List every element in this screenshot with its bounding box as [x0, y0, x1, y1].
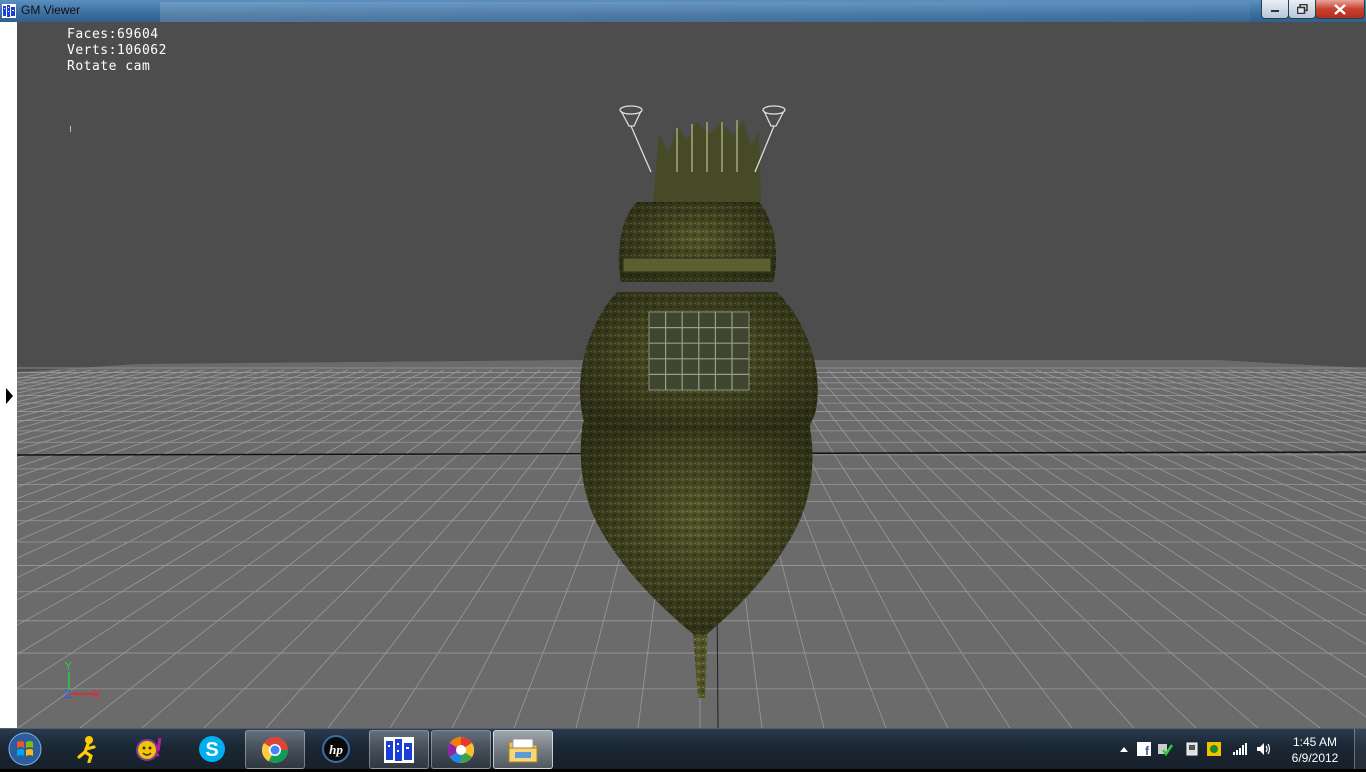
lantern-left	[619, 105, 652, 173]
device-icon[interactable]	[1184, 742, 1200, 756]
aim-icon	[77, 735, 96, 763]
taskbar-aim[interactable]	[59, 730, 117, 767]
file-explorer-icon	[508, 738, 538, 762]
start-button[interactable]	[6, 731, 44, 767]
show-desktop-button[interactable]	[1354, 729, 1366, 769]
window-title-bar[interactable]: GM Viewer	[0, 0, 1366, 22]
expand-panel-arrow-icon[interactable]	[6, 388, 13, 404]
camera-mode: Rotate cam	[67, 59, 151, 74]
taskbar-chrome[interactable]	[245, 730, 305, 769]
taskbar-picasa[interactable]	[431, 730, 491, 769]
restore-icon	[1296, 4, 1308, 14]
show-hidden-icon[interactable]	[1116, 742, 1132, 756]
axis-y-label: Y	[64, 660, 72, 673]
side-panel-collapsed	[0, 22, 17, 728]
model-stats-overlay: Faces:69604 Verts:106062 Rotate cam	[67, 27, 167, 75]
close-button[interactable]	[1315, 0, 1365, 19]
facebook-icon[interactable]: f	[1136, 742, 1152, 756]
taskbar: S hp f 1:45 AM 6/9/2012	[0, 728, 1366, 769]
security-icon[interactable]	[1206, 742, 1222, 756]
system-clock[interactable]: 1:45 AM 6/9/2012	[1280, 734, 1350, 766]
3d-viewport[interactable]: Faces:69604 Verts:106062 Rotate cam Y Z …	[17, 22, 1366, 728]
maximize-button[interactable]	[1288, 0, 1316, 19]
axis-x-label: X	[93, 688, 101, 701]
verts-count: Verts:106062	[67, 43, 167, 58]
axis-gizmo: Y Z X	[64, 660, 101, 701]
volume-icon[interactable]	[1256, 742, 1272, 756]
taskbar-hp[interactable]: hp	[307, 730, 365, 767]
network-icon[interactable]	[1232, 742, 1248, 756]
taskbar-skype[interactable]: S	[183, 730, 241, 767]
gm-viewer-icon	[384, 736, 414, 763]
lantern-right	[754, 105, 786, 173]
windows-start-icon	[8, 732, 42, 766]
title-bar-background	[160, 2, 1250, 22]
hp-icon: hp	[322, 734, 350, 763]
minimize-icon	[1271, 10, 1279, 12]
gm-viewer-app-icon	[2, 4, 16, 18]
cursor-marker	[70, 126, 71, 132]
chrome-icon	[261, 736, 289, 763]
taskbar-gm-viewer[interactable]	[369, 730, 429, 769]
svg-text:hp: hp	[329, 742, 343, 757]
taskbar-yahoo-messenger[interactable]	[121, 730, 179, 767]
svg-text:S: S	[205, 739, 218, 761]
sync-icon[interactable]	[1157, 742, 1173, 756]
clock-date: 6/9/2012	[1291, 751, 1339, 765]
minimize-button[interactable]	[1261, 0, 1289, 19]
axis-z-label: Z	[64, 688, 72, 701]
window-title: GM Viewer	[21, 3, 81, 17]
picasa-icon	[447, 736, 475, 763]
clock-time: 1:45 AM	[1292, 735, 1338, 749]
scene-canvas	[17, 105, 1366, 728]
yahoo-messenger-icon	[136, 737, 162, 761]
faces-count: Faces:69604	[67, 27, 159, 42]
skype-icon: S	[199, 735, 225, 762]
taskbar-file-explorer[interactable]	[493, 730, 553, 769]
close-icon	[1334, 3, 1346, 15]
